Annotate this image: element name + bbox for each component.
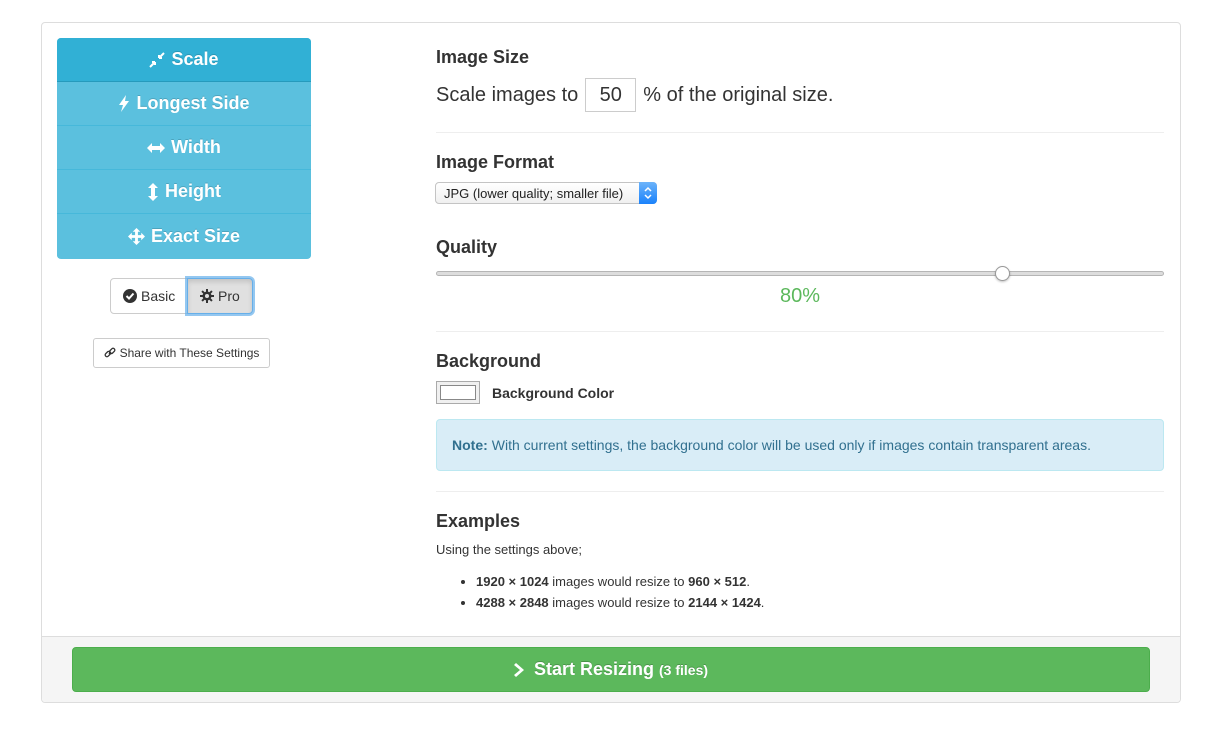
quality-heading: Quality (436, 237, 498, 257)
image-size-heading: Image Size (436, 47, 530, 67)
basic-mode-label: Basic (141, 288, 176, 304)
pro-mode-label: Pro (218, 288, 240, 304)
example-middle: images would resize to (552, 595, 685, 610)
gear-icon (200, 289, 214, 303)
examples-list: 1920 × 1024 images would resize to 960 ×… (436, 571, 764, 613)
nav-item-label: Longest Side (136, 93, 250, 113)
note-text: With current settings, the background co… (491, 437, 1091, 453)
nav-item-longest-side[interactable]: Longest Side (57, 82, 311, 126)
image-format-heading: Image Format (436, 152, 555, 172)
scale-percent-input[interactable] (585, 78, 637, 112)
resize-mode-nav: Scale Longest Side Width Height Exact Si… (57, 38, 311, 259)
bolt-icon (118, 95, 130, 112)
image-format-selected: JPG (lower quality; smaller file) (444, 185, 624, 201)
background-color-row: Background Color (436, 381, 614, 404)
arrows-move-icon (127, 227, 145, 245)
examples-heading: Examples (436, 511, 521, 531)
arrows-vertical-icon (147, 182, 159, 201)
pro-mode-button[interactable]: Pro (187, 278, 253, 314)
basic-mode-button[interactable]: Basic (110, 278, 188, 314)
example-to: 960 × 512 (688, 574, 747, 589)
nav-item-label: Exact Size (150, 225, 241, 246)
chevron-right-icon (513, 662, 524, 677)
note-label: Note: (452, 437, 488, 453)
arrows-horizontal-icon (147, 142, 166, 154)
nav-item-width[interactable]: Width (57, 126, 311, 170)
background-color-swatch[interactable] (436, 381, 480, 404)
panel-footer: Start Resizing (3 files) (42, 636, 1180, 702)
share-settings-label: Share with These Settings (119, 346, 260, 360)
list-item: 4288 × 2848 images would resize to 2144 … (476, 592, 764, 613)
share-settings-button[interactable]: Share with These Settings (93, 338, 270, 368)
select-arrows-icon (639, 182, 657, 204)
example-end: . (760, 595, 765, 610)
nav-item-label: Scale (171, 49, 219, 69)
nav-item-height[interactable]: Height (57, 170, 311, 214)
examples-intro: Using the settings above; (436, 542, 582, 557)
nav-item-label: Width (171, 137, 221, 157)
quality-slider-thumb[interactable] (994, 266, 1010, 281)
mode-toggle: Basic Pro (110, 278, 253, 314)
example-from: 4288 × 2848 (476, 595, 549, 610)
nav-item-exact-size[interactable]: Exact Size (57, 214, 311, 258)
image-format-select[interactable]: JPG (lower quality; smaller file) (435, 182, 657, 204)
list-item: 1920 × 1024 images would resize to 960 ×… (476, 571, 764, 592)
background-note: Note: With current settings, the backgro… (436, 419, 1164, 471)
start-resizing-button[interactable]: Start Resizing (3 files) (72, 647, 1150, 692)
divider (436, 132, 1164, 133)
example-to: 2144 × 1424 (688, 595, 761, 610)
background-heading: Background (436, 351, 542, 371)
divider (436, 491, 1164, 492)
quality-slider-track[interactable] (436, 271, 1164, 276)
link-icon (104, 347, 116, 359)
compress-icon (149, 51, 166, 68)
example-from: 1920 × 1024 (476, 574, 549, 589)
example-middle: images would resize to (552, 574, 685, 589)
nav-item-scale[interactable]: Scale (57, 38, 311, 82)
example-end: . (746, 574, 750, 589)
quality-value: 80% (779, 285, 821, 307)
check-circle-icon (123, 289, 137, 303)
scale-line: Scale images to % of the original size. (436, 78, 833, 112)
divider (436, 331, 1164, 332)
file-count: (3 files) (659, 661, 709, 678)
scale-prefix: Scale images to (436, 83, 579, 106)
color-swatch-fill (440, 385, 476, 400)
nav-item-label: Height (165, 181, 221, 201)
scale-suffix: % of the original size. (643, 83, 834, 106)
background-color-label: Background Color (492, 384, 615, 401)
start-resizing-label: Start Resizing (533, 659, 654, 679)
